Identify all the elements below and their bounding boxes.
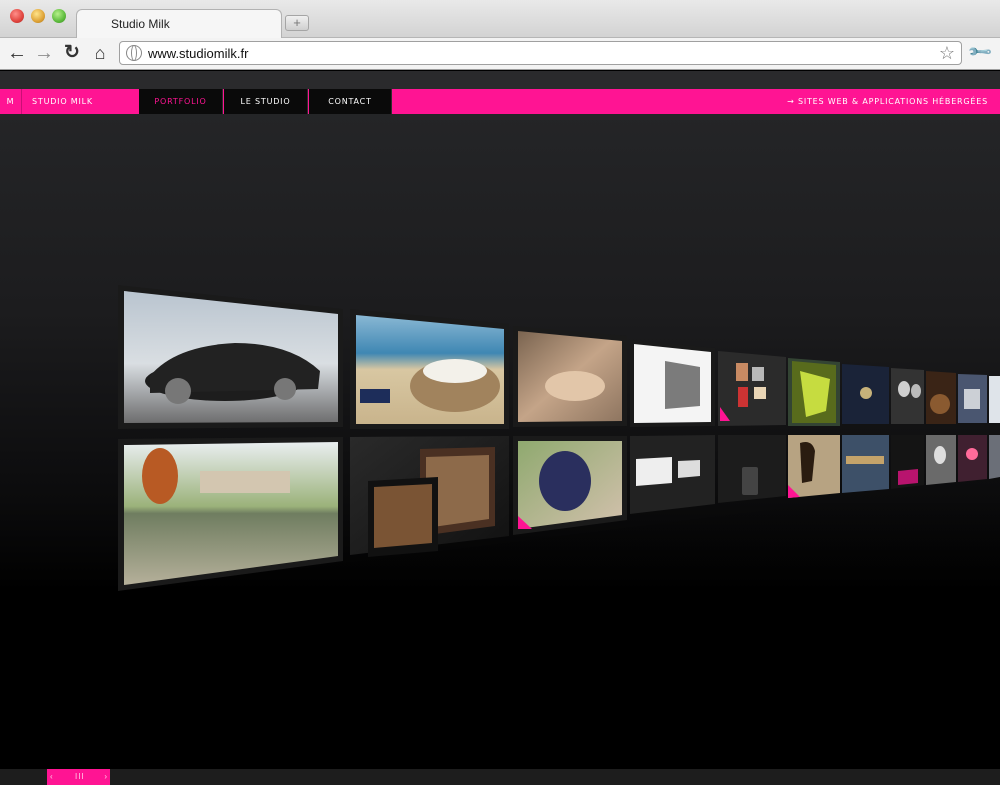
portfolio-wall[interactable] [0,71,1000,769]
forward-arrow-icon[interactable]: → [32,41,56,65]
thumb-bottom-4-brochure[interactable] [630,435,715,514]
thumb-top-4-house-site[interactable] [630,340,715,427]
hosted-sites-link[interactable]: → SITES WEB & APPLICATIONS HÉBERGÉES [787,89,988,114]
close-window-button[interactable] [10,9,24,23]
scrollbar-thumb[interactable]: ‹ III › [47,769,110,785]
thumb-bottom-2-tablet-phone[interactable] [350,436,509,557]
wrench-icon[interactable]: 🔧 [965,37,996,68]
menu-item-le-studio[interactable]: LE STUDIO [224,89,308,114]
thumb-top-2-beach-chair[interactable] [350,309,509,429]
browser-toolbar: ← → ↻ ⌂ www.studiomilk.fr ☆ 🔧 [0,38,1000,70]
grip-icon: III [75,772,85,781]
thumb-top-5-collage-site[interactable] [718,351,786,426]
thumb-bottom-3-grapes[interactable] [513,436,627,535]
scroll-right-icon[interactable]: › [104,772,107,781]
thumb-top-3-painting[interactable] [513,326,627,427]
globe-icon [126,45,142,61]
minimize-window-button[interactable] [31,9,45,23]
browser-titlebar: Studio Milk + [0,0,1000,39]
thumb-top-6-vine-leaf[interactable] [788,358,840,426]
url-text: www.studiomilk.fr [148,46,249,61]
address-bar[interactable]: www.studiomilk.fr ☆ [119,41,962,65]
thumb-bottom-7-lake-reflection[interactable] [842,435,889,493]
portfolio-thumbnails[interactable] [0,71,1000,769]
thumb-bottom-11-partial[interactable] [989,435,1000,479]
scroll-left-icon[interactable]: ‹ [50,772,53,781]
home-icon[interactable]: ⌂ [88,41,112,65]
portfolio-scrollbar[interactable]: ‹ III › [0,769,1000,785]
back-arrow-icon[interactable]: ← [5,41,29,65]
menu-item-contact[interactable]: CONTACT [309,89,392,114]
thumb-bottom-8-dark-site[interactable] [891,435,924,489]
thumb-bottom-6-horse[interactable] [788,435,840,498]
thumb-bottom-5-phone-dark[interactable] [718,435,786,503]
thumb-bottom-10-concert[interactable] [958,435,987,482]
site-viewport: M STUDIO MILK PORTFOLIO LE STUDIO CONTAC… [0,71,1000,769]
menu-item-portfolio[interactable]: PORTFOLIO [139,89,223,114]
reload-icon[interactable]: ↻ [60,41,84,65]
site-brand[interactable]: STUDIO MILK [32,89,93,114]
new-tab-button[interactable]: + [285,15,309,31]
thumb-top-1-car[interactable] [118,285,343,429]
thumb-bottom-9-bw-couple[interactable] [926,435,956,485]
thumb-top-10-building[interactable] [958,374,987,423]
thumb-top-11-partial[interactable] [989,376,1000,423]
zoom-window-button[interactable] [52,9,66,23]
site-logo[interactable]: M [0,89,22,114]
top-strip [0,71,1000,89]
browser-tab[interactable]: Studio Milk [76,9,282,39]
tab-title: Studio Milk [111,17,170,31]
thumb-top-8-portrait[interactable] [891,368,924,424]
thumb-top-7-dark-label[interactable] [842,364,889,424]
site-menubar: M STUDIO MILK PORTFOLIO LE STUDIO CONTAC… [0,89,1000,114]
star-icon[interactable]: ☆ [939,42,955,64]
thumb-top-9-barrels[interactable] [926,371,956,424]
